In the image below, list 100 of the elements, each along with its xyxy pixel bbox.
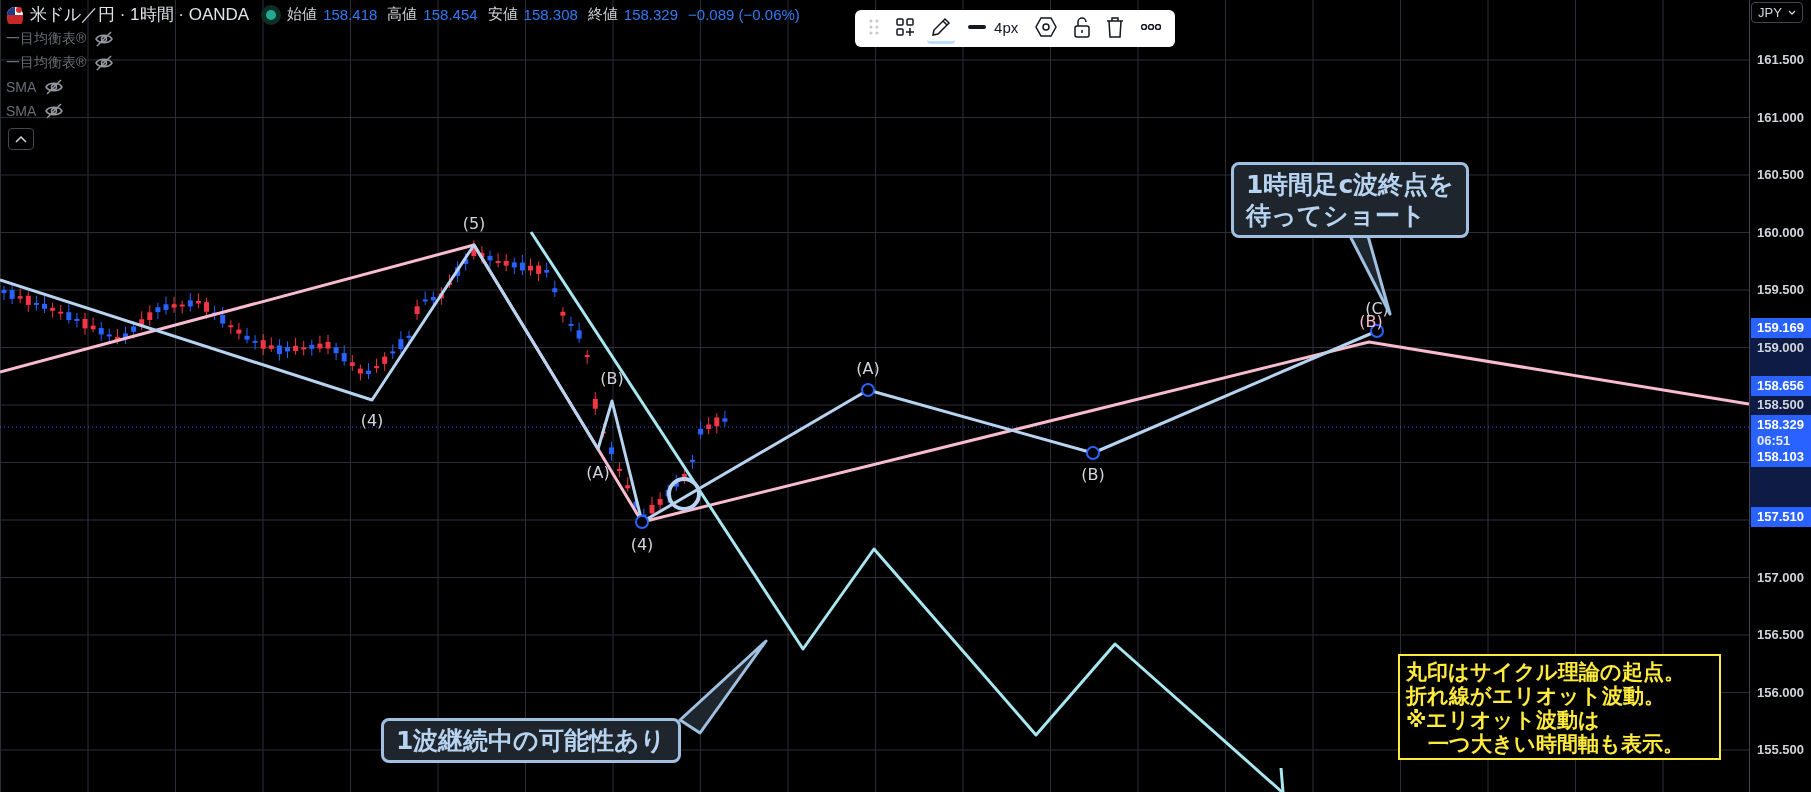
candle <box>584 349 590 365</box>
anchor-point[interactable] <box>635 515 649 529</box>
candle <box>58 304 64 321</box>
candle <box>301 340 307 356</box>
candle <box>536 260 542 282</box>
candle <box>82 312 88 336</box>
candle <box>276 338 282 362</box>
candle <box>325 334 331 355</box>
anchor-point[interactable] <box>1086 446 1100 460</box>
pencil-icon <box>931 17 952 37</box>
price-change: −0.089 (−0.06%) <box>688 6 800 23</box>
candle <box>479 245 485 264</box>
price-tick: 160.500 <box>1757 167 1804 183</box>
indicator-name[interactable]: 一目均衡表® <box>6 29 87 48</box>
candle <box>609 441 614 462</box>
candle <box>155 302 161 320</box>
callout-text: 1波継続中の可能性あり <box>396 725 667 756</box>
status-dot-icon <box>261 4 282 25</box>
price-tick: 155.500 <box>1757 742 1804 758</box>
candle <box>179 300 185 314</box>
unlock-icon <box>1073 16 1090 38</box>
candle <box>220 306 226 329</box>
indicator-name[interactable]: SMA <box>6 78 37 95</box>
ohlc-label: 安値 <box>487 5 518 24</box>
candle <box>349 354 355 372</box>
wave-label: (B) <box>600 368 624 388</box>
price-tick: 159.000 <box>1757 339 1804 356</box>
cycle-circle <box>667 477 701 511</box>
candle <box>33 295 39 312</box>
wave-label: (B) <box>1081 464 1105 484</box>
candle <box>487 250 493 268</box>
anchor-point[interactable] <box>861 383 875 397</box>
candle <box>398 330 404 354</box>
price-label: 158.656 <box>1751 376 1811 396</box>
wave-label: (A) <box>856 358 880 378</box>
candle <box>17 288 23 304</box>
candle <box>1 285 7 301</box>
candle <box>114 328 120 345</box>
candle <box>163 296 169 316</box>
ohlc-label: 終値 <box>587 5 618 24</box>
eye-off-icon[interactable] <box>44 78 65 95</box>
candle <box>42 295 47 314</box>
candle <box>617 462 623 478</box>
price-tick: 156.500 <box>1757 627 1804 643</box>
candle <box>374 358 380 374</box>
candle <box>228 319 234 335</box>
candle <box>106 328 112 344</box>
hexagon-icon <box>1034 16 1057 38</box>
candle <box>665 484 671 504</box>
candle <box>341 344 347 367</box>
ohlc-value: 158.454 <box>423 6 478 23</box>
ohlc-value: 158.418 <box>323 6 378 23</box>
drag-handle-icon <box>869 19 879 35</box>
candle <box>317 335 323 353</box>
price-tick: 161.000 <box>1757 109 1804 126</box>
eye-off-icon[interactable] <box>94 30 115 47</box>
candle <box>171 296 177 314</box>
candle <box>414 299 420 321</box>
indicator-name[interactable]: 一目均衡表® <box>6 53 87 72</box>
candle <box>455 260 461 283</box>
candle <box>471 239 477 260</box>
symbol-title[interactable]: 米ドル／円 · 1時間 · OANDA <box>30 3 250 26</box>
candle <box>260 333 266 356</box>
candle <box>438 286 444 306</box>
price-label: 159.169 <box>1751 318 1811 338</box>
candle <box>592 391 598 416</box>
flag-icon <box>6 5 24 24</box>
eye-off-icon[interactable] <box>94 54 115 71</box>
candle <box>390 343 396 360</box>
more-icon <box>1141 24 1161 30</box>
candle <box>649 496 655 518</box>
price-tick: 161.500 <box>1757 52 1804 68</box>
candle <box>293 337 299 356</box>
candle <box>244 327 250 344</box>
price-tick: 158.500 <box>1757 397 1804 413</box>
candle <box>560 306 566 324</box>
price-tick: 157.000 <box>1757 569 1804 586</box>
toolbar-button[interactable]: 4px <box>964 13 1023 44</box>
callout-text: 待ってショート <box>1246 200 1427 231</box>
wave-label: (5) <box>462 213 486 233</box>
chevron-up-icon <box>14 134 28 144</box>
price-tick: 156.000 <box>1757 684 1804 701</box>
note-text: ※エリオット波動は <box>1406 708 1602 732</box>
candle <box>528 257 533 277</box>
indicator-name[interactable]: SMA <box>6 102 37 119</box>
collapse-button[interactable] <box>8 128 34 150</box>
candle <box>576 322 582 344</box>
candle <box>285 340 290 359</box>
ohlc-label: 始値 <box>287 5 318 24</box>
candle <box>236 322 242 341</box>
wave-label: (4) <box>630 534 654 554</box>
candle <box>268 336 274 353</box>
vertical-line <box>1279 767 1285 792</box>
line-width-icon <box>968 25 987 29</box>
candle <box>495 252 501 268</box>
eye-off-icon[interactable] <box>44 102 65 119</box>
candle <box>714 412 720 434</box>
currency-dropdown[interactable]: JPY <box>1751 2 1803 23</box>
candle <box>187 292 193 313</box>
ohlc-value: 158.308 <box>523 6 578 23</box>
